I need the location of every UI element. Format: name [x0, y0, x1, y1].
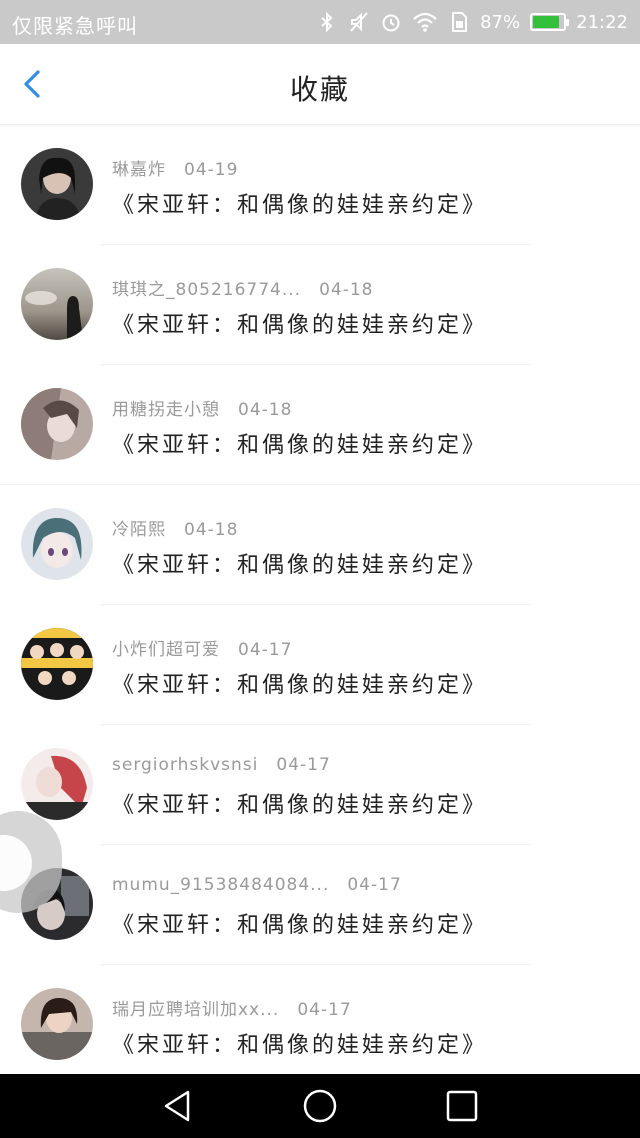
item-meta: 冷陌熙 04-18: [112, 515, 238, 540]
favorites-list: 琳嘉炸 04-19 《宋亚轩：和偶像的娃娃亲约定》 琪琪之_805216774..…: [0, 125, 640, 1085]
item-title[interactable]: 《宋亚轩：和偶像的娃娃亲约定》: [112, 187, 487, 219]
item-title[interactable]: 《宋亚轩：和偶像的娃娃亲约定》: [112, 427, 487, 459]
back-triangle-icon[interactable]: [160, 1088, 196, 1124]
battery-tip: [566, 19, 570, 26]
item-title[interactable]: 《宋亚轩：和偶像的娃娃亲约定》: [112, 547, 487, 579]
navigation-bar: [0, 1074, 640, 1138]
alarm-icon: [382, 14, 400, 32]
username[interactable]: 用糖拐走小憩: [112, 400, 220, 420]
item-title[interactable]: 《宋亚轩：和偶像的娃娃亲约定》: [112, 907, 487, 939]
mute-icon: [350, 12, 368, 32]
battery-level: [533, 16, 559, 28]
item-date: 04-18: [184, 520, 239, 540]
item-date: 04-17: [347, 875, 402, 895]
title-bar: 收藏: [0, 44, 640, 125]
item-meta: sergiorhskvsnsi 04-17: [112, 755, 331, 775]
battery-icon: [530, 13, 570, 31]
battery-percent: 87%: [480, 11, 521, 33]
list-item[interactable]: 琪琪之_805216774... 04-18 《宋亚轩：和偶像的娃娃亲约定》: [0, 245, 640, 365]
user-avatar[interactable]: [21, 388, 93, 460]
list-item[interactable]: 冷陌熙 04-18 《宋亚轩：和偶像的娃娃亲约定》: [0, 485, 640, 605]
item-title[interactable]: 《宋亚轩：和偶像的娃娃亲约定》: [112, 787, 487, 819]
list-item[interactable]: 用糖拐走小憩 04-18 《宋亚轩：和偶像的娃娃亲约定》: [0, 365, 640, 485]
user-avatar[interactable]: [21, 628, 93, 700]
list-item[interactable]: mumu_91538484084... 04-17 《宋亚轩：和偶像的娃娃亲约定》: [0, 845, 640, 965]
item-date: 04-17: [276, 755, 331, 775]
item-date: 04-17: [297, 1000, 352, 1020]
list-item[interactable]: sergiorhskvsnsi 04-17 《宋亚轩：和偶像的娃娃亲约定》: [0, 725, 640, 845]
user-avatar[interactable]: [21, 748, 93, 820]
item-date: 04-18: [319, 280, 374, 300]
page-title: 收藏: [289, 73, 350, 106]
item-meta: 小炸们超可爱 04-17: [112, 635, 292, 660]
username[interactable]: 瑞月应聘培训加xx...: [112, 1000, 279, 1020]
list-item[interactable]: 琳嘉炸 04-19 《宋亚轩：和偶像的娃娃亲约定》: [0, 125, 640, 245]
bluetooth-icon: [321, 11, 333, 33]
recents-square-icon[interactable]: [444, 1088, 480, 1124]
item-title[interactable]: 《宋亚轩：和偶像的娃娃亲约定》: [112, 667, 487, 699]
item-meta: 瑞月应聘培训加xx... 04-17: [112, 995, 352, 1020]
username[interactable]: sergiorhskvsnsi: [112, 755, 258, 775]
item-meta: 琪琪之_805216774... 04-18: [112, 275, 373, 300]
item-meta: mumu_91538484084... 04-17: [112, 875, 402, 895]
user-avatar[interactable]: [21, 508, 93, 580]
user-avatar[interactable]: [21, 988, 93, 1060]
status-bar: 仅限紧急呼叫 87% 21:22: [0, 0, 640, 44]
home-circle-icon[interactable]: [302, 1088, 338, 1124]
item-title[interactable]: 《宋亚轩：和偶像的娃娃亲约定》: [112, 1027, 487, 1059]
clock: 21:22: [576, 11, 628, 33]
user-avatar[interactable]: [21, 268, 93, 340]
item-date: 04-19: [184, 160, 239, 180]
username[interactable]: 琪琪之_805216774...: [112, 280, 301, 300]
user-avatar[interactable]: [21, 148, 93, 220]
username[interactable]: mumu_91538484084...: [112, 875, 329, 895]
item-title[interactable]: 《宋亚轩：和偶像的娃娃亲约定》: [112, 307, 487, 339]
status-icons: 87% 21:22: [316, 8, 628, 36]
username[interactable]: 小炸们超可爱: [112, 640, 220, 660]
wifi-icon: [413, 12, 437, 32]
sim-icon: [452, 12, 468, 32]
item-date: 04-18: [238, 400, 293, 420]
carrier-label: 仅限紧急呼叫: [12, 14, 138, 38]
username[interactable]: 琳嘉炸: [112, 160, 166, 180]
item-date: 04-17: [238, 640, 293, 660]
list-item[interactable]: 小炸们超可爱 04-17 《宋亚轩：和偶像的娃娃亲约定》: [0, 605, 640, 725]
list-item[interactable]: 瑞月应聘培训加xx... 04-17 《宋亚轩：和偶像的娃娃亲约定》: [0, 965, 640, 1085]
username[interactable]: 冷陌熙: [112, 520, 166, 540]
item-meta: 琳嘉炸 04-19: [112, 155, 238, 180]
item-meta: 用糖拐走小憩 04-18: [112, 395, 292, 420]
